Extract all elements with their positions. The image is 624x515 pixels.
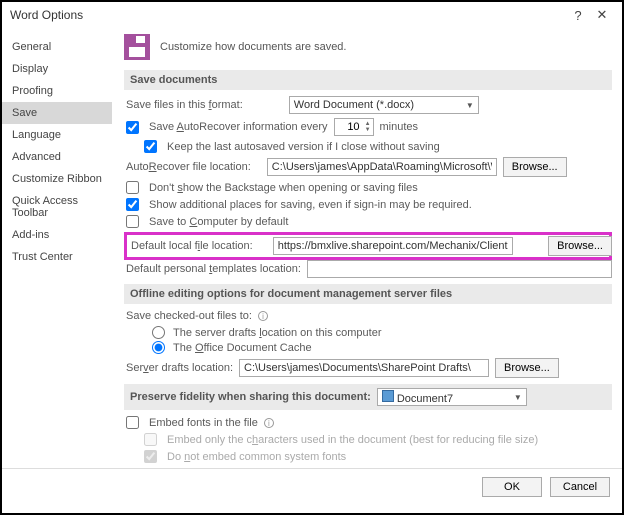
document-icon (382, 390, 394, 402)
keep-last-label: Keep the last autosaved version if I clo… (167, 141, 440, 153)
show-additional-checkbox[interactable] (126, 198, 139, 211)
save-to-computer-label: Save to Computer by default (149, 216, 288, 228)
autorecover-checkbox[interactable] (126, 121, 139, 134)
document-select[interactable]: Document7 ▼ (377, 388, 527, 406)
minutes-label: minutes (380, 121, 419, 133)
server-drafts-location-label: Server drafts location: (126, 362, 233, 374)
chevron-down-icon: ▼ (466, 101, 474, 110)
dont-show-backstage-checkbox[interactable] (126, 181, 139, 194)
ok-button[interactable]: OK (482, 477, 542, 497)
embed-fonts-label: Embed fonts in the file (149, 417, 258, 429)
sidebar-item-qat[interactable]: Quick Access Toolbar (2, 190, 112, 224)
autorecover-label: Save AutoRecover information every (149, 121, 328, 133)
sidebar: General Display Proofing Save Language A… (2, 28, 112, 468)
server-drafts-label: The server drafts location on this compu… (173, 327, 382, 339)
cancel-button[interactable]: Cancel (550, 477, 610, 497)
section-save-documents: Save documents (124, 70, 612, 90)
section-preserve: Preserve fidelity when sharing this docu… (124, 384, 612, 410)
server-drafts-radio[interactable] (152, 326, 165, 339)
floppy-icon (124, 34, 150, 60)
section-offline: Offline editing options for document man… (124, 284, 612, 304)
default-local-input[interactable] (273, 237, 513, 255)
sidebar-item-trust-center[interactable]: Trust Center (2, 246, 112, 268)
default-personal-label: Default personal templates location: (126, 263, 301, 275)
info-icon: i (264, 418, 274, 428)
autorecover-location-input[interactable] (267, 158, 497, 176)
embed-fonts-checkbox[interactable] (126, 416, 139, 429)
sidebar-item-language[interactable]: Language (2, 124, 112, 146)
browse-autorecover-button[interactable]: Browse... (503, 157, 567, 177)
main-area: General Display Proofing Save Language A… (2, 28, 622, 468)
sidebar-item-proofing[interactable]: Proofing (2, 80, 112, 102)
default-local-label: Default local file location: (131, 240, 253, 252)
format-select[interactable]: Word Document (*.docx) ▼ (289, 96, 479, 114)
checked-out-label: Save checked-out files to: (126, 310, 252, 322)
info-icon: i (258, 311, 268, 321)
browse-default-local-button[interactable]: Browse... (548, 236, 612, 256)
page-header: Customize how documents are saved. (160, 41, 346, 53)
office-cache-radio[interactable] (152, 341, 165, 354)
window-title: Word Options (10, 8, 566, 22)
sidebar-item-customize-ribbon[interactable]: Customize Ribbon (2, 168, 112, 190)
not-common-checkbox (144, 450, 157, 463)
chevron-down-icon: ▼ (514, 393, 522, 402)
autorecover-location-label: AutoRecover file location: (126, 161, 251, 173)
content-panel: Customize how documents are saved. Save … (112, 28, 622, 468)
help-button[interactable]: ? (566, 8, 590, 23)
minutes-spinner[interactable]: ▲▼ (334, 118, 374, 136)
not-common-label: Do not embed common system fonts (167, 451, 346, 463)
embed-only-label: Embed only the characters used in the do… (167, 434, 538, 446)
dont-show-backstage-label: Don't show the Backstage when opening or… (149, 182, 418, 194)
sidebar-item-addins[interactable]: Add-ins (2, 224, 112, 246)
sidebar-item-advanced[interactable]: Advanced (2, 146, 112, 168)
show-additional-label: Show additional places for saving, even … (149, 199, 472, 211)
sidebar-item-save[interactable]: Save (2, 102, 112, 124)
default-personal-input[interactable] (307, 260, 612, 278)
keep-last-checkbox[interactable] (144, 140, 157, 153)
server-drafts-location-input[interactable] (239, 359, 489, 377)
office-cache-label: The Office Document Cache (173, 342, 312, 354)
sidebar-item-display[interactable]: Display (2, 58, 112, 80)
browse-server-drafts-button[interactable]: Browse... (495, 358, 559, 378)
close-button[interactable]: ✕ (590, 7, 614, 23)
save-to-computer-checkbox[interactable] (126, 215, 139, 228)
footer: OK Cancel (2, 468, 622, 505)
format-label: Save files in this format: (126, 99, 243, 111)
embed-only-checkbox (144, 433, 157, 446)
titlebar: Word Options ? ✕ (2, 2, 622, 28)
sidebar-item-general[interactable]: General (2, 36, 112, 58)
